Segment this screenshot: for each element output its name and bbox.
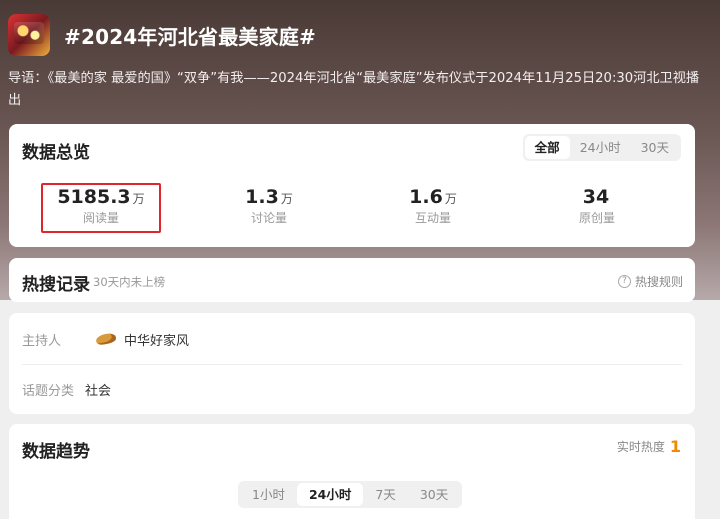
question-icon: ?	[617, 275, 631, 288]
topic-intro: 导语：《最美的家 最爱的国》“双争”有我——2024年河北省“最美家庭”发布仪式…	[8, 71, 700, 108]
stat-interactions-unit: 万	[444, 192, 457, 206]
tab-24h[interactable]: 24小时	[570, 136, 631, 159]
stat-originals: 34 原创量	[532, 186, 662, 226]
overview-range-tabs: 全部 24小时 30天	[522, 134, 681, 161]
category-row: 话题分类 社会	[22, 376, 682, 402]
hot-search-rule-label: 热搜规则	[634, 275, 683, 289]
topic-title: #2024年河北省最美家庭#	[64, 24, 316, 49]
tab-7d[interactable]: 7天	[363, 483, 407, 506]
stat-discussions-value: 1.3	[245, 186, 279, 208]
stat-originals-label: 原创量	[578, 211, 615, 225]
stat-reads: 5185.3 万 阅读量	[36, 186, 166, 226]
topic-info-card: 主持人 中华好家风 话题分类 社会	[9, 313, 695, 414]
tab-24h-trend[interactable]: 24小时	[296, 483, 364, 506]
hot-search-title: 热搜记录	[22, 275, 90, 295]
topic-header-top: #2024年河北省最美家庭#	[8, 14, 316, 56]
host-avatar-icon[interactable]	[95, 331, 117, 347]
stat-reads-value: 5185.3	[57, 186, 131, 208]
data-overview-card: 数据总览 全部 24小时 30天 5185.3 万 阅读量 1.3 万 讨论量 1.…	[9, 124, 695, 247]
stat-discussions-label: 讨论量	[250, 211, 287, 225]
stat-originals-value: 34	[582, 186, 610, 208]
stat-discussions: 1.3 万 讨论量	[204, 186, 334, 226]
data-overview-title: 数据总览	[22, 143, 90, 163]
stat-discussions-unit: 万	[280, 192, 293, 206]
info-divider	[22, 364, 682, 365]
host-key: 主持人	[22, 333, 62, 349]
stat-reads-unit: 万	[132, 192, 145, 206]
host-value[interactable]: 中华好家风	[124, 330, 189, 349]
hot-search-rule-link[interactable]: ? 热搜规则	[617, 273, 683, 290]
stat-interactions-label: 互动量	[414, 211, 451, 225]
tab-30d[interactable]: 30天	[631, 136, 679, 159]
tab-all[interactable]: 全部	[524, 136, 570, 159]
realtime-heat: 实时热度 1	[617, 437, 681, 456]
data-trend-card: 数据趋势 实时热度 1 1小时 24小时 7天 30天	[9, 424, 695, 519]
hot-search-card: 热搜记录 30天内未上榜 ? 热搜规则	[9, 258, 695, 302]
realtime-heat-label: 实时热度	[616, 440, 665, 454]
tab-30d-trend[interactable]: 30天	[408, 483, 460, 506]
hot-search-subtitle: 30天内未上榜	[93, 275, 166, 289]
stat-reads-label: 阅读量	[82, 211, 119, 225]
category-value: 社会	[85, 383, 112, 399]
realtime-heat-value: 1	[669, 437, 681, 456]
topic-avatar[interactable]	[8, 14, 50, 56]
overview-stats: 5185.3 万 阅读量 1.3 万 讨论量 1.6 万 互动量 34 原创量	[9, 183, 695, 236]
host-row: 主持人 中华好家风	[22, 326, 682, 352]
category-key: 话题分类	[22, 383, 75, 399]
trend-range-tabs: 1小时 24小时 7天 30天	[238, 481, 463, 508]
stat-interactions: 1.6 万 互动量	[368, 186, 498, 226]
tab-1h[interactable]: 1小时	[240, 483, 297, 506]
data-trend-title: 数据趋势	[22, 442, 90, 462]
stat-interactions-value: 1.6	[409, 186, 443, 208]
